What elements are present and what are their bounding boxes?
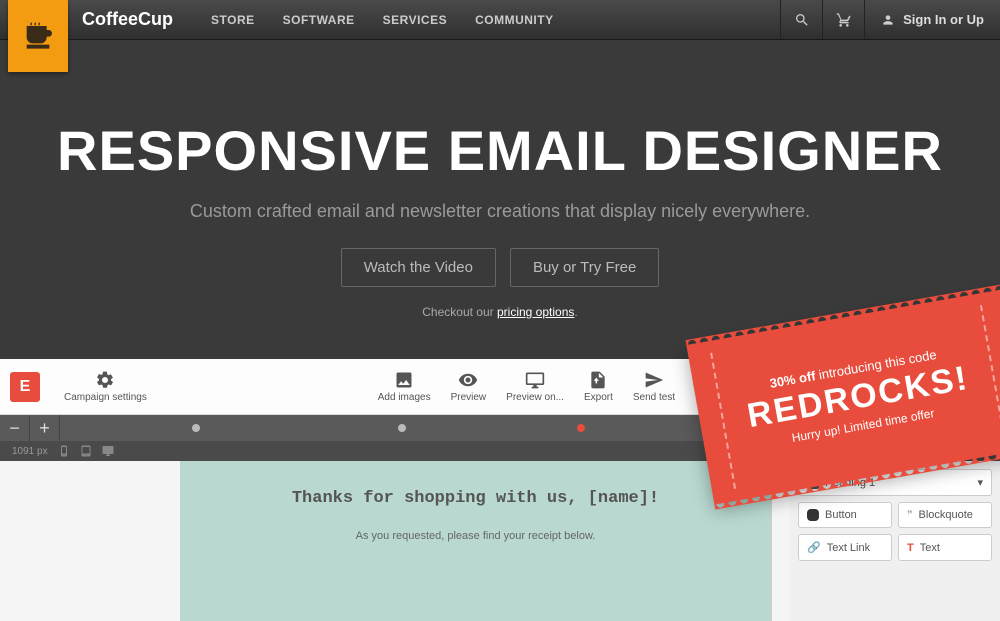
- search-button[interactable]: [780, 0, 822, 39]
- search-icon: [794, 12, 810, 28]
- signin-button[interactable]: Sign In or Up: [864, 0, 1000, 39]
- text-element[interactable]: TText: [898, 534, 992, 561]
- hero-subtitle: Custom crafted email and newsletter crea…: [20, 201, 980, 222]
- textlink-element[interactable]: 🔗Text Link: [798, 534, 892, 561]
- hero-title: RESPONSIVE EMAIL DESIGNER: [20, 118, 980, 183]
- blockquote-element[interactable]: ”Blockquote: [898, 502, 992, 528]
- desktop-icon: [102, 445, 114, 457]
- ticket-perforation: [710, 353, 736, 489]
- nav-software[interactable]: SOFTWARE: [269, 0, 369, 39]
- gear-icon: [95, 370, 115, 390]
- buy-try-button[interactable]: Buy or Try Free: [510, 248, 659, 287]
- brand-logo[interactable]: [8, 0, 68, 72]
- primary-nav: STORE SOFTWARE SERVICES COMMUNITY: [197, 0, 568, 39]
- nav-right: Sign In or Up: [780, 0, 1000, 39]
- tablet-icon: [80, 445, 92, 457]
- breakpoint-marker[interactable]: [192, 424, 200, 432]
- user-icon: [881, 13, 895, 27]
- add-images-button[interactable]: Add images: [368, 370, 441, 403]
- preview-on-button[interactable]: Preview on...: [496, 370, 574, 403]
- breakpoint-marker[interactable]: [398, 424, 406, 432]
- nav-store[interactable]: STORE: [197, 0, 269, 39]
- coffee-cup-icon: [22, 20, 54, 52]
- cart-button[interactable]: [822, 0, 864, 39]
- cart-icon: [836, 12, 852, 28]
- zoom-out-button[interactable]: −: [0, 415, 30, 441]
- export-button[interactable]: Export: [574, 370, 623, 403]
- phone-icon: [58, 445, 70, 457]
- campaign-settings-button[interactable]: Campaign settings: [54, 370, 157, 403]
- email-preview[interactable]: Thanks for shopping with us, [name]! As …: [180, 461, 772, 621]
- email-heading: Thanks for shopping with us, [name]!: [200, 489, 751, 508]
- send-test-button[interactable]: Send test: [623, 370, 685, 403]
- watch-video-button[interactable]: Watch the Video: [341, 248, 496, 287]
- ticket-perforation: [980, 305, 1000, 441]
- nav-community[interactable]: COMMUNITY: [461, 0, 568, 39]
- nav-services[interactable]: SERVICES: [369, 0, 461, 39]
- eye-icon: [458, 370, 478, 390]
- image-icon: [394, 370, 414, 390]
- viewport-width: 1091 px: [12, 446, 48, 457]
- zoom-in-button[interactable]: +: [30, 415, 60, 441]
- button-element[interactable]: Button: [798, 502, 892, 528]
- app-logo[interactable]: E: [10, 372, 40, 402]
- breakpoint-marker-active[interactable]: [577, 424, 585, 432]
- hero-buttons: Watch the Video Buy or Try Free: [20, 248, 980, 287]
- brand-name[interactable]: CoffeeCup: [82, 9, 173, 30]
- top-navbar: CoffeeCup STORE SOFTWARE SERVICES COMMUN…: [0, 0, 1000, 40]
- export-icon: [588, 370, 608, 390]
- monitor-icon: [525, 370, 545, 390]
- email-body: As you requested, please find your recei…: [200, 530, 751, 542]
- toolbar-center: Add images Preview Preview on... Export …: [368, 370, 685, 403]
- signin-label: Sign In or Up: [903, 12, 984, 27]
- preview-button[interactable]: Preview: [441, 370, 497, 403]
- pricing-link[interactable]: pricing options: [497, 305, 574, 319]
- send-icon: [644, 370, 664, 390]
